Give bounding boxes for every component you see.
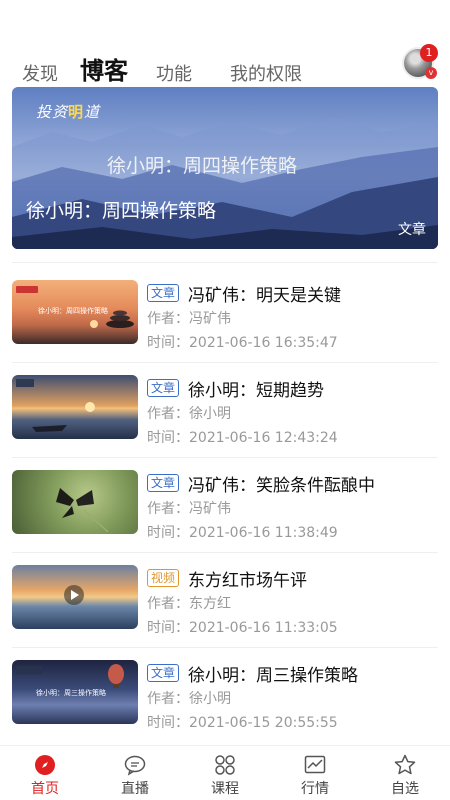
- divider: [12, 362, 438, 363]
- item-time: 时间：2021-06-15 20:55:55: [147, 715, 338, 731]
- notification-badge: 1: [420, 44, 438, 62]
- compass-icon: [35, 755, 55, 775]
- divider: [12, 262, 438, 263]
- item-title: 冯矿伟：明天是关键: [188, 286, 341, 306]
- verified-mark: v: [425, 67, 437, 79]
- item-author: 作者：徐小明: [147, 691, 231, 707]
- list-item[interactable]: 徐小明：周四操作策略 文章 冯矿伟：明天是关键 作者：冯矿伟 时间：2021-0…: [12, 280, 438, 370]
- thumbnail-balloon: 徐小明：周三操作策略: [12, 660, 138, 724]
- item-time: 时间：2021-06-16 16:35:47: [147, 335, 338, 351]
- bottom-navigation: 首页 直播 课程 行情 自选: [0, 745, 450, 800]
- item-title: 徐小明：周三操作策略: [188, 666, 358, 686]
- nav-label: 行情: [301, 781, 329, 797]
- list-item[interactable]: 徐小明：周三操作策略 文章 徐小明：周三操作策略 作者：徐小明 时间：2021-…: [12, 660, 438, 750]
- star-icon: [394, 754, 416, 775]
- nav-label: 首页: [31, 781, 59, 797]
- thumbnail-caption: 徐小明：周三操作策略: [36, 689, 106, 697]
- item-time: 时间：2021-06-16 11:38:49: [147, 525, 338, 541]
- tab-blog[interactable]: 博客: [80, 51, 128, 86]
- thumbnail-caption: 徐小明：周四操作策略: [38, 307, 108, 315]
- thumbnail-butterfly: [12, 470, 138, 534]
- tab-functions[interactable]: 功能: [156, 60, 192, 86]
- nav-label: 自选: [391, 781, 419, 797]
- featured-banner[interactable]: 投资明道 徐小明：周四操作策略 徐小明：周四操作策略 文章: [12, 87, 438, 249]
- item-author: 作者：冯矿伟: [147, 311, 231, 327]
- item-title: 徐小明：短期趋势: [188, 381, 324, 401]
- list-item[interactable]: 视频 东方红市场午评 作者：东方红 时间：2021-06-16 11:33:05: [12, 565, 438, 655]
- nav-courses[interactable]: 课程: [180, 746, 270, 800]
- nav-live[interactable]: 直播: [90, 746, 180, 800]
- nav-home[interactable]: 首页: [0, 746, 90, 800]
- banner-title: 徐小明：周四操作策略: [26, 200, 217, 222]
- video-tag: 视频: [147, 569, 180, 587]
- nav-market[interactable]: 行情: [270, 746, 360, 800]
- chart-icon: [304, 755, 326, 774]
- item-author: 作者：东方红: [147, 596, 231, 612]
- top-tab-bar: 发现 博客 功能 我的权限 1 v: [0, 0, 450, 86]
- divider: [12, 457, 438, 458]
- banner-type-label: 文章: [398, 222, 426, 238]
- grid-icon: [215, 755, 235, 775]
- item-author: 作者：冯矿伟: [147, 501, 231, 517]
- article-tag: 文章: [147, 474, 180, 492]
- item-time: 时间：2021-06-16 12:43:24: [147, 430, 338, 446]
- divider: [12, 552, 438, 553]
- item-title: 冯矿伟：笑脸条件酝酿中: [188, 476, 375, 496]
- item-time: 时间：2021-06-16 11:33:05: [147, 620, 338, 636]
- thumbnail-sunset-stones: 徐小明：周四操作策略: [12, 280, 138, 344]
- article-tag: 文章: [147, 284, 180, 302]
- thumbnail-lake-boat: [12, 375, 138, 439]
- item-author: 作者：徐小明: [147, 406, 231, 422]
- thumbnail-sea-sunset: [12, 565, 138, 629]
- article-tag: 文章: [147, 664, 180, 682]
- tab-my-permissions[interactable]: 我的权限: [230, 60, 302, 86]
- nav-watchlist[interactable]: 自选: [360, 746, 450, 800]
- list-item[interactable]: 文章 冯矿伟：笑脸条件酝酿中 作者：冯矿伟 时间：2021-06-16 11:3…: [12, 470, 438, 560]
- nav-label: 课程: [211, 781, 239, 797]
- nav-label: 直播: [121, 781, 149, 797]
- item-title: 东方红市场午评: [188, 571, 307, 591]
- divider: [12, 647, 438, 648]
- chat-bubble-icon: [124, 755, 146, 776]
- article-tag: 文章: [147, 379, 180, 397]
- banner-logo: 投资明道: [36, 103, 101, 121]
- banner-caption-overlay: 徐小明：周四操作策略: [107, 155, 298, 177]
- tab-discover[interactable]: 发现: [22, 60, 58, 86]
- list-item[interactable]: 文章 徐小明：短期趋势 作者：徐小明 时间：2021-06-16 12:43:2…: [12, 375, 438, 465]
